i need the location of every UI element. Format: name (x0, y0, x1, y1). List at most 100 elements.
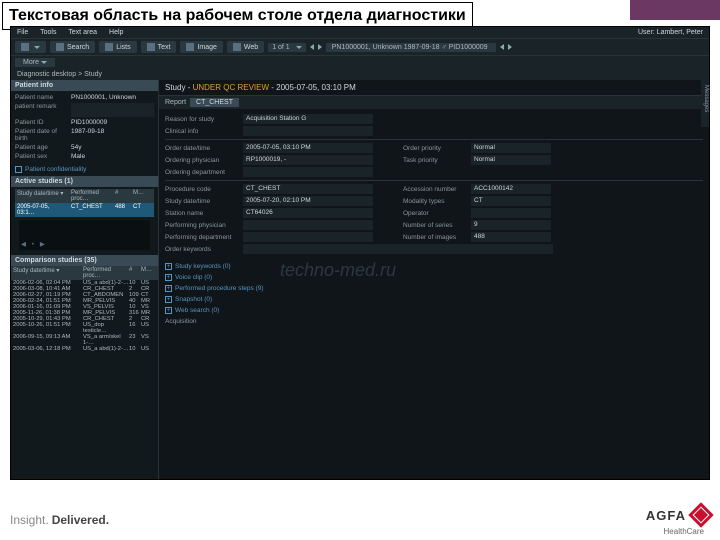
search-next-icon[interactable] (508, 44, 512, 50)
section-study-keywords[interactable]: +Study keywords (0) (165, 261, 703, 272)
messages-side-tab[interactable]: Messages (701, 80, 709, 127)
section-voice-clip[interactable]: +Voice clip (0) (165, 272, 703, 283)
patient-info-header[interactable]: Patient info (11, 80, 158, 91)
menu-tools[interactable]: Tools (40, 29, 56, 36)
value-mod[interactable]: CT (471, 196, 551, 206)
pager[interactable]: 1 of 1 (268, 43, 306, 52)
qc-status: UNDER QC REVIEW (193, 83, 269, 92)
value-num-images[interactable]: 488 (471, 232, 551, 242)
report-bar: Report CT_CHEST (159, 96, 709, 109)
toolbar: Search Lists Text Image Web 1 of 1 PN100… (11, 38, 709, 56)
search-prev-icon[interactable] (500, 44, 504, 50)
search-button[interactable]: Search (50, 41, 95, 53)
value-task-prio[interactable]: Normal (471, 155, 551, 165)
patient-info-body: Patient namePN1000001, Unknown patient r… (11, 91, 158, 163)
value-patient-remark[interactable] (71, 103, 154, 117)
study-title: Study - UNDER QC REVIEW - 2005-07-05, 03… (159, 80, 709, 96)
lists-button[interactable]: Lists (99, 41, 136, 53)
nav-dots-icon[interactable]: ◀ • ▶ (21, 240, 47, 248)
patient-confidentiality-checkbox[interactable]: Patient confidentiality (11, 163, 158, 176)
value-perf-dept[interactable] (243, 232, 373, 242)
image-icon (186, 43, 194, 51)
agfa-diamond-icon (688, 502, 713, 527)
label-patient-remark: patient remark (15, 103, 71, 117)
section-snapshot[interactable]: +Snapshot (0) (165, 294, 703, 305)
active-studies-body: Study date/time ▾Performed proc…#M… 2005… (11, 187, 158, 255)
value-study-dt[interactable]: 2005-07-20, 02:10 PM (243, 196, 373, 206)
comparison-row[interactable]: 2006-09-15, 09:13 AMVS_a arm/skel 1-…23V… (11, 334, 158, 346)
expand-icon: + (165, 296, 172, 303)
active-studies-header[interactable]: Active studies (1) (11, 176, 158, 187)
agfa-logo: AGFA HealthCare (646, 506, 710, 534)
web-button[interactable]: Web (227, 41, 264, 53)
label-perf-phys: Performing physician (165, 222, 243, 229)
value-patient-sex: Male (71, 153, 154, 160)
value-ord-dept[interactable] (243, 167, 373, 177)
label-proc-code: Procedure code (165, 186, 243, 193)
prev-arrow-icon[interactable] (310, 44, 314, 50)
label-patient-sex: Patient sex (15, 153, 71, 160)
value-patient-id: PID1000009 (71, 119, 154, 126)
globe-icon (233, 43, 241, 51)
value-num-series[interactable]: 9 (471, 220, 551, 230)
thumbnail-area[interactable]: ◀ • ▶ (19, 220, 150, 250)
label-operator: Operator (403, 210, 471, 217)
label-order-kw: Order keywords (165, 246, 243, 253)
label-order-prio: Order priority (403, 145, 471, 152)
value-order-dt[interactable]: 2005-07-05, 03:10 PM (243, 143, 373, 153)
value-ord-phys[interactable]: RP1000019, - (243, 155, 373, 165)
label-perf-dept: Performing department (165, 234, 243, 241)
comparison-row[interactable]: 2005-03-06, 12:18 PMUS_a abd(1)-2-…10US (11, 346, 158, 352)
label-num-series: Number of series (403, 222, 471, 229)
value-station[interactable]: CT64026 (243, 208, 373, 218)
comparison-studies-body: Study date/time ▾Performed proc…#M… 2006… (11, 266, 158, 352)
expand-icon: + (165, 307, 172, 314)
value-acc[interactable]: ACC1000142 (471, 184, 551, 194)
grid-icon (21, 43, 29, 51)
menu-textarea[interactable]: Text area (68, 29, 97, 36)
active-studies-columns[interactable]: Study date/time ▾Performed proc…#M… (15, 189, 154, 203)
value-operator[interactable] (471, 208, 551, 218)
more-button[interactable]: More (15, 58, 55, 67)
value-order-prio[interactable]: Normal (471, 143, 551, 153)
value-perf-phys[interactable] (243, 220, 373, 230)
study-info-grid: Reason for studyAcquisition Station G Cl… (159, 109, 709, 259)
slide-footer: Insight. Delivered. AGFA HealthCare (10, 506, 710, 534)
label-num-images: Number of images (403, 234, 471, 241)
next-arrow-icon[interactable] (318, 44, 322, 50)
user-name: Lambert, Peter (657, 29, 703, 36)
value-proc-code[interactable]: CT_CHEST (243, 184, 373, 194)
patient-search-bar[interactable]: PN1000001, Unknown 1987-09-18 ♂ PID10000… (326, 43, 496, 52)
report-tab[interactable]: CT_CHEST (190, 98, 239, 107)
dropdown-button[interactable] (15, 41, 46, 53)
comparison-columns[interactable]: Study date/time ▾Performed proc…#M… (11, 266, 158, 280)
menu-bar: File Tools Text area Help User: Lambert,… (11, 27, 709, 38)
search-icon (56, 43, 64, 51)
value-clinical[interactable] (243, 126, 373, 136)
list-icon (105, 43, 113, 51)
label-patient-age: Patient age (15, 144, 71, 151)
label-order-dt: Order date/time (165, 145, 243, 152)
tagline: Insight. Delivered. (10, 513, 109, 528)
comparison-row[interactable]: 2005-10-26, 01:51 PMUS_dop testicle…16US (11, 322, 158, 334)
value-reason[interactable]: Acquisition Station G (243, 114, 373, 124)
active-study-row[interactable]: 2005-07-05, 03:1…CT_CHEST488CT (15, 203, 154, 217)
section-performed-steps[interactable]: +Performed procedure steps (9) (165, 283, 703, 294)
section-acquisition[interactable]: Acquisition (165, 316, 703, 327)
label-mod: Modality types (403, 198, 471, 205)
section-web-search[interactable]: +Web search (0) (165, 305, 703, 316)
label-clinical: Clinical info (165, 128, 243, 135)
application-window: File Tools Text area Help User: Lambert,… (10, 26, 710, 480)
collapsible-sections: +Study keywords (0) +Voice clip (0) +Per… (159, 259, 709, 329)
image-button[interactable]: Image (180, 41, 222, 53)
expand-icon: + (165, 263, 172, 270)
menu-help[interactable]: Help (109, 29, 123, 36)
menu-file[interactable]: File (17, 29, 28, 36)
comparison-studies-header[interactable]: Comparison studies (35) (11, 255, 158, 266)
agfa-text: AGFA (646, 508, 686, 523)
text-button[interactable]: Text (141, 41, 177, 53)
value-patient-name: PN1000001, Unknown (71, 94, 154, 101)
label-acc: Accession number (403, 186, 471, 193)
label-patient-name: Patient name (15, 94, 71, 101)
value-order-kw[interactable] (243, 244, 553, 254)
